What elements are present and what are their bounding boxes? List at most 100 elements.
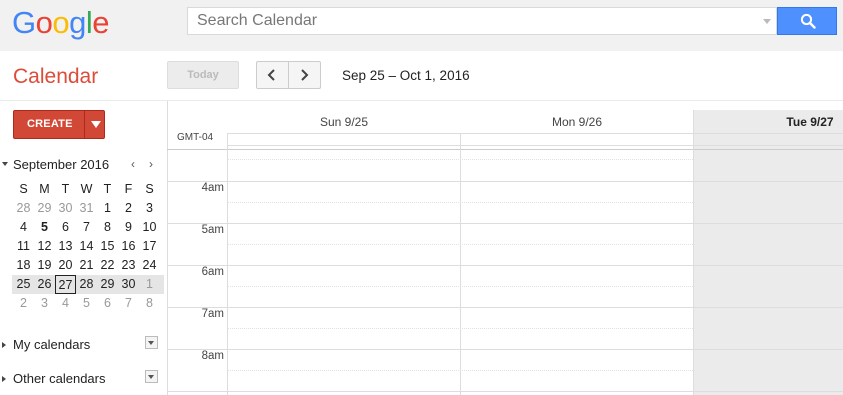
header-divider [0, 100, 843, 101]
expand-triangle-icon[interactable] [2, 376, 6, 382]
previous-period-button[interactable] [256, 61, 289, 89]
mini-calendar-day-cell[interactable]: 10 [139, 218, 160, 237]
mini-calendar-day-cell[interactable]: 22 [97, 256, 118, 275]
mini-calendar-day-cell[interactable]: 19 [34, 256, 55, 275]
hour-line [167, 307, 843, 308]
day-header-sun[interactable]: Sun 9/25 [228, 115, 460, 129]
chevron-right-icon [301, 69, 309, 81]
mini-calendar-day-cell[interactable]: 29 [97, 275, 118, 294]
mini-calendar-day-cell[interactable]: 23 [118, 256, 139, 275]
other-calendars-label[interactable]: Other calendars [13, 371, 106, 386]
mini-calendar-next-icon[interactable]: › [149, 157, 153, 171]
hour-line [167, 181, 843, 182]
mini-calendar-month-title[interactable]: September 2016 [13, 157, 109, 172]
half-hour-line [228, 159, 693, 160]
hour-label-8am: 8am [201, 350, 224, 362]
logo-letter: o [52, 5, 70, 40]
column-divider-mon-tue [693, 110, 694, 395]
weekday-label: S [19, 182, 28, 196]
search-input[interactable] [188, 8, 757, 34]
mini-calendar-day-cell[interactable]: 2 [13, 294, 34, 313]
mini-calendar-day-cell[interactable]: 21 [76, 256, 97, 275]
half-hour-line [228, 202, 693, 203]
top-bar: Google [0, 0, 843, 51]
mini-calendar-day-cell[interactable]: 5 [76, 294, 97, 313]
other-calendars-dropdown-icon[interactable] [145, 370, 158, 383]
today-column-background [693, 110, 843, 395]
allday-bottom-line [228, 145, 843, 146]
search-button[interactable] [777, 7, 837, 35]
mini-calendar-day-cell[interactable]: 1 [139, 275, 160, 294]
create-button-label: CREATE [27, 118, 73, 130]
weekday-label: S [145, 182, 154, 196]
allday-separator [167, 149, 843, 150]
mini-calendar-day-cell[interactable]: 17 [139, 237, 160, 256]
mini-calendar-day-cell[interactable]: 8 [139, 294, 160, 313]
mini-calendar-day-cell[interactable]: 3 [34, 294, 55, 313]
mini-calendar-day-cell[interactable]: 28 [76, 275, 97, 294]
google-logo[interactable]: Google [12, 5, 110, 41]
mini-calendar-day-cell[interactable]: 30 [118, 275, 139, 294]
mini-calendar-day-cell[interactable]: 8 [97, 218, 118, 237]
hour-line [167, 265, 843, 266]
mini-calendar-day-cell[interactable]: 26 [34, 275, 55, 294]
mini-calendar-day-cell[interactable]: 15 [97, 237, 118, 256]
collapse-triangle-icon[interactable] [2, 162, 8, 166]
hour-label-5am: 5am [201, 224, 224, 236]
mini-calendar-day-cell[interactable]: 4 [55, 294, 76, 313]
mini-calendar-day-cell[interactable]: 3 [139, 199, 160, 218]
mini-calendar-weekday-row: SMTWTFS [13, 180, 164, 199]
app-title[interactable]: Calendar [13, 65, 98, 89]
mini-calendar-day-cell[interactable]: 12 [34, 237, 55, 256]
create-dropdown-arrow-icon[interactable] [91, 121, 101, 128]
mini-calendar-day-cell[interactable]: 25 [13, 275, 34, 294]
weekday-label: T [61, 182, 70, 196]
mini-calendar-day-cell[interactable]: 6 [97, 294, 118, 313]
mini-calendar-day-cell[interactable]: 9 [118, 218, 139, 237]
mini-calendar-grid: S M T W T F S 28 29 30 31 1 2 3 4 5 6 7 8 9 10 11 12 13 14 15 16 17… [12, 180, 164, 313]
mini-calendar-day-cell[interactable]: 5 [34, 218, 55, 237]
weekday-label: M [39, 182, 50, 196]
other-calendars-section[interactable]: Other calendars [0, 370, 165, 389]
expand-triangle-icon[interactable] [2, 342, 6, 348]
day-header-tue[interactable]: Tue 9/27 [694, 115, 843, 129]
mini-calendar-day-cell[interactable]: 20 [55, 256, 76, 275]
search-options-caret-icon[interactable] [763, 19, 771, 24]
mini-calendar-day-cell[interactable]: 14 [76, 237, 97, 256]
mini-calendar-today-cell[interactable]: 27 [55, 275, 76, 294]
mini-calendar-day-cell[interactable]: 24 [139, 256, 160, 275]
mini-calendar-week-row: 4 5 6 7 8 9 10 [12, 218, 164, 237]
date-range-label: Sep 25 – Oct 1, 2016 [342, 68, 470, 83]
mini-calendar-day-cell[interactable]: 6 [55, 218, 76, 237]
mini-calendar-day-cell[interactable]: 18 [13, 256, 34, 275]
mini-calendar-day-cell[interactable]: 7 [76, 218, 97, 237]
mini-calendar-day-cell[interactable]: 1 [97, 199, 118, 218]
mini-calendar-day-cell[interactable]: 29 [34, 199, 55, 218]
mini-calendar-day-cell[interactable]: 11 [13, 237, 34, 256]
mini-calendar-week-row: 2345678 [12, 294, 164, 313]
next-period-button[interactable] [288, 61, 321, 89]
mini-calendar-day-cell[interactable]: 28 [13, 199, 34, 218]
logo-letter: o [35, 5, 53, 40]
chevron-left-icon [267, 69, 275, 81]
mini-calendar-day-cell[interactable]: 13 [55, 237, 76, 256]
mini-calendar-day-cell[interactable]: 4 [13, 218, 34, 237]
my-calendars-dropdown-icon[interactable] [145, 336, 158, 349]
mini-calendar-day-cell[interactable]: 7 [118, 294, 139, 313]
mini-calendar-day-cell[interactable]: 30 [55, 199, 76, 218]
my-calendars-section[interactable]: My calendars [0, 336, 165, 355]
weekday-label: F [124, 182, 133, 196]
day-header-mon[interactable]: Mon 9/26 [461, 115, 693, 129]
mini-calendar-header: September 2016 ‹ › [0, 156, 165, 174]
mini-calendar-day-cell[interactable]: 31 [76, 199, 97, 218]
mini-calendar-prev-icon[interactable]: ‹ [131, 157, 135, 171]
search-box[interactable] [187, 7, 777, 35]
hour-line [167, 223, 843, 224]
mini-calendar-week-row: 18 19 20 21 22 23 24 [12, 256, 164, 275]
mini-calendar-day-cell[interactable]: 2 [118, 199, 139, 218]
today-button[interactable]: Today [167, 61, 239, 89]
time-gutter-line [227, 133, 228, 395]
my-calendars-label[interactable]: My calendars [13, 337, 90, 352]
mini-calendar-day-cell[interactable]: 16 [118, 237, 139, 256]
create-button[interactable]: CREATE [13, 110, 105, 139]
